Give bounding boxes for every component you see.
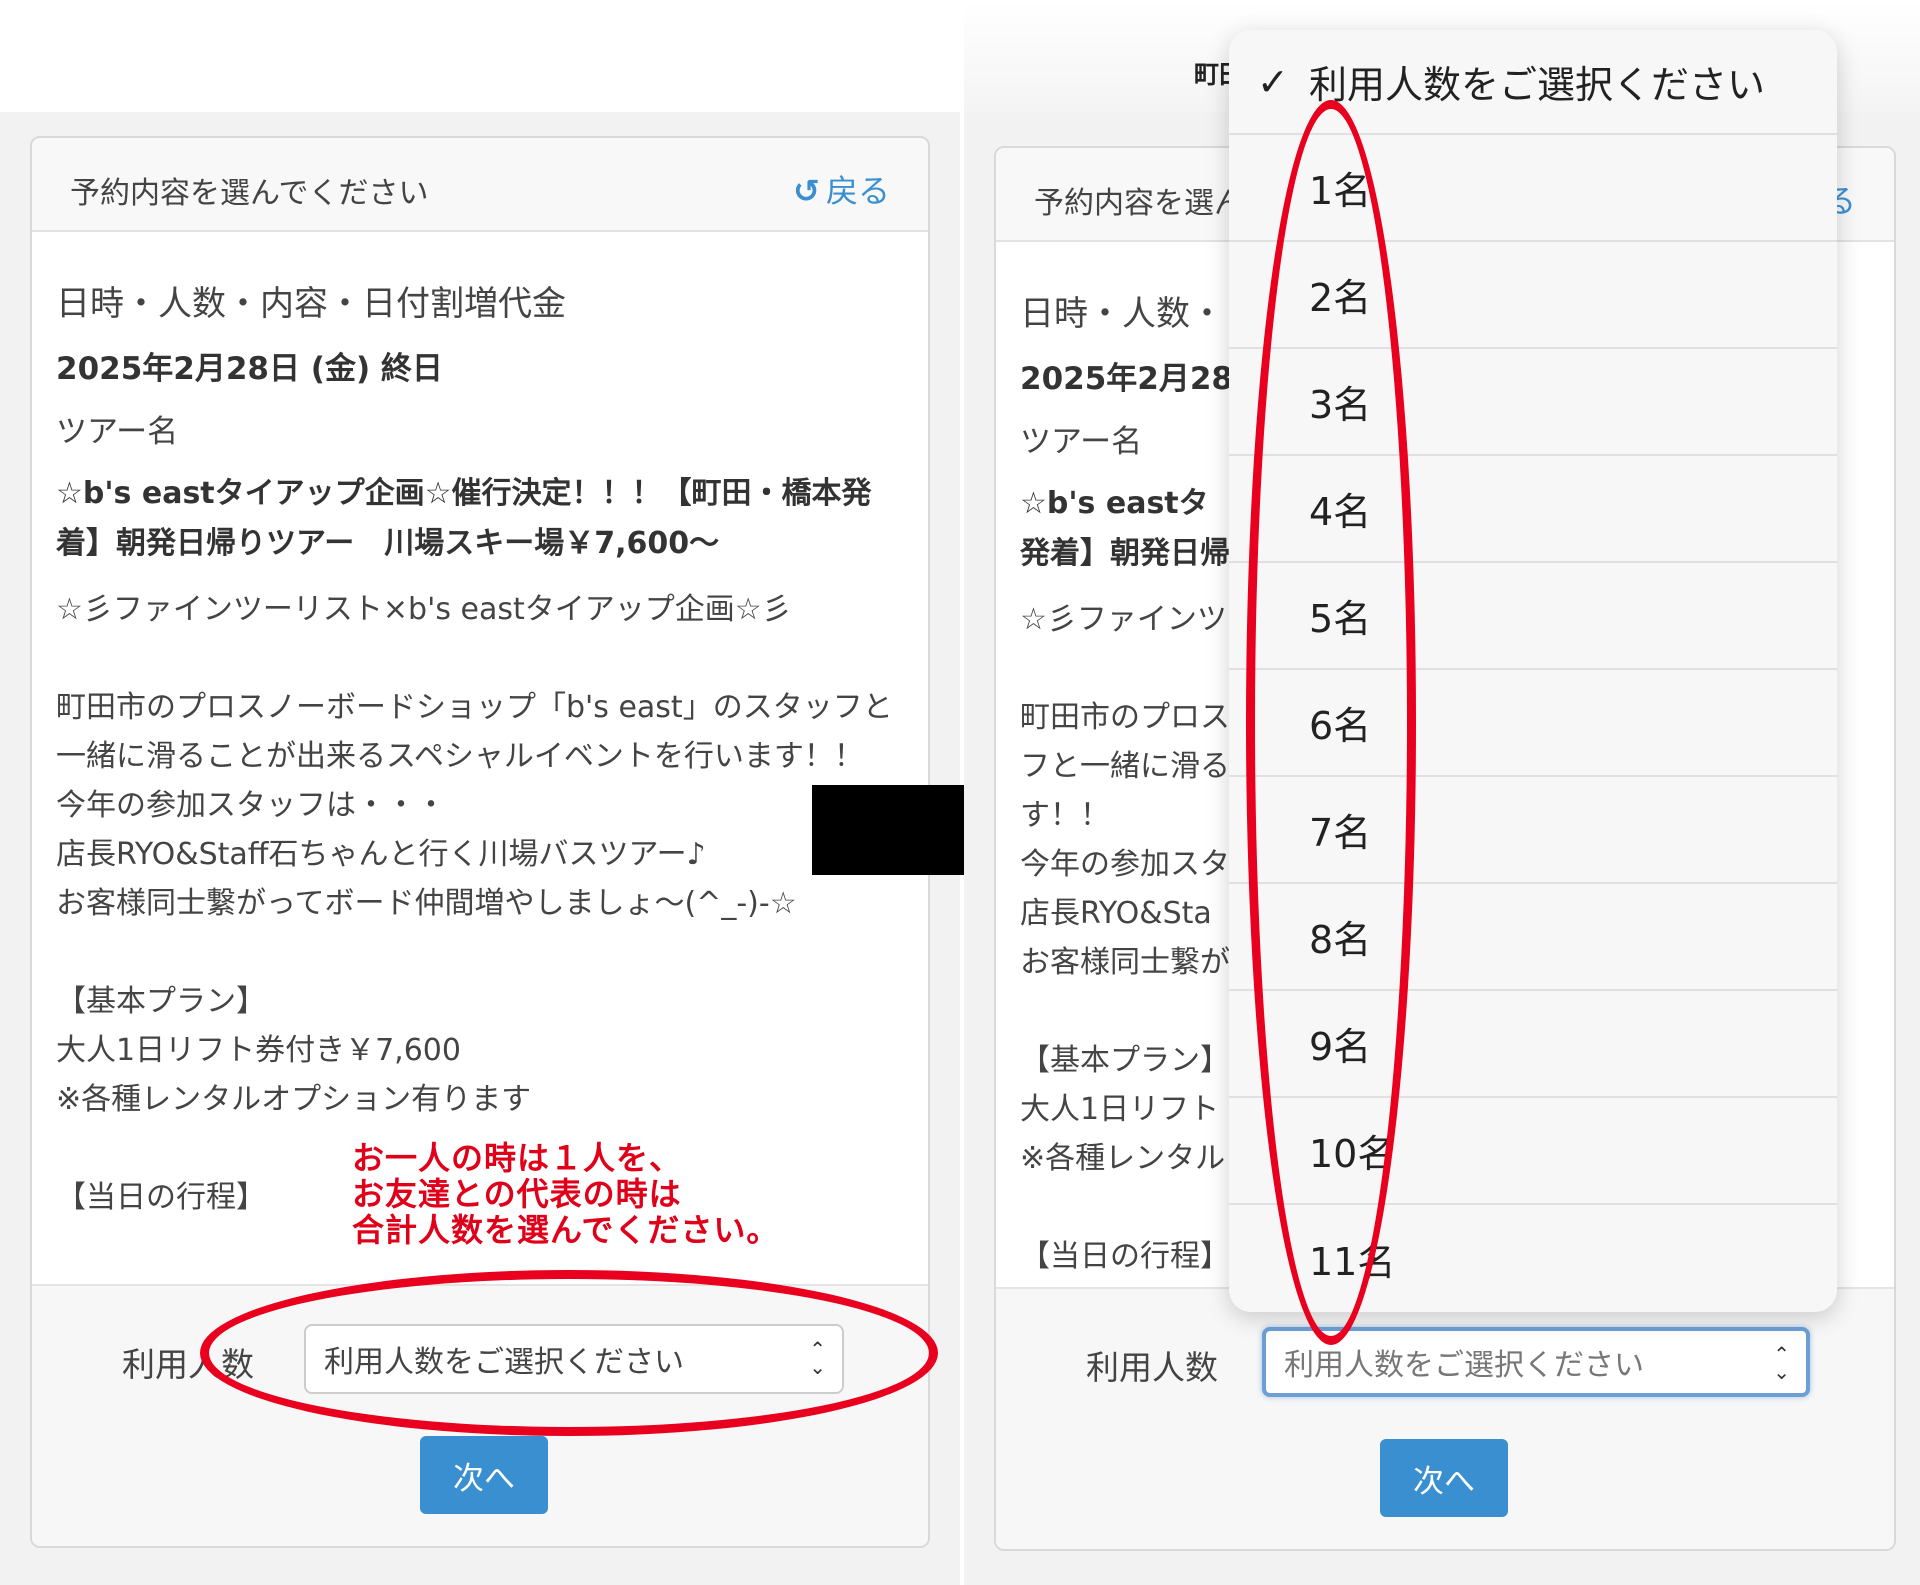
dropdown-option-9[interactable]: 9名 (1229, 991, 1837, 1098)
people-label: 利用人数 (1086, 1348, 1218, 1387)
tour-label: ツアー名 (56, 414, 179, 450)
dropdown-option-5[interactable]: 5名 (1229, 563, 1837, 670)
next-button[interactable]: 次へ (1380, 1439, 1508, 1517)
date-text: 2025年2月28日 (金) 終日 (56, 351, 443, 387)
select-arrows-icon: ⌃ ⌄ (1773, 1342, 1790, 1384)
back-label: 戻る (825, 172, 890, 210)
next-button[interactable]: 次へ (420, 1436, 548, 1514)
dropdown-option-1[interactable]: 1名 (1229, 135, 1837, 242)
people-select[interactable]: 利用人数をご選択ください ⌃ ⌄ (304, 1324, 844, 1394)
select-value: 利用人数をご選択ください (324, 1345, 684, 1380)
right-screenshot: 町田 予約内容を選ん る 日時・人数・ 2025年2月28 ツアー名 ☆b's … (964, 0, 1920, 1585)
dropdown-option-10[interactable]: 10名 (1229, 1098, 1837, 1205)
option-label: 利用人数をご選択ください (1309, 63, 1766, 107)
annotation-text: お一人の時は１人を、 お友達との代表の時は 合計人数を選んでください。 (352, 1139, 780, 1249)
dropdown-option-3[interactable]: 3名 (1229, 349, 1837, 456)
undo-icon: ↺ (793, 172, 820, 210)
card-title: 予約内容を選んでください (70, 176, 429, 211)
card-title: 予約内容を選ん (1034, 186, 1244, 221)
tour-title: ☆b's eastタイアップ企画☆催行決定！！！【町田・橋本発着】朝発日帰りツア… (56, 476, 872, 561)
card-header: 予約内容を選んでください ↺ 戻る (32, 138, 928, 232)
dropdown-option-7[interactable]: 7名 (1229, 777, 1837, 884)
people-label: 利用人数 (122, 1345, 254, 1384)
top-strip (0, 0, 960, 112)
people-select-focused[interactable]: 利用人数をご選択ください ⌃ ⌄ (1262, 1327, 1810, 1397)
dropdown-option-placeholder[interactable]: ✓ 利用人数をご選択ください (1229, 30, 1837, 135)
dropdown-option-6[interactable]: 6名 (1229, 670, 1837, 777)
details-body: 日時・人数・内容・日付割増代金 2025年2月28日 (金) 終日 ツアー名 ☆… (56, 276, 916, 1222)
section-label: 日時・人数・内容・日付割増代金 (56, 284, 566, 324)
people-dropdown: ✓ 利用人数をご選択ください 1名 2名 3名 4名 5名 6名 7名 8名 9… (1229, 30, 1837, 1312)
dropdown-option-4[interactable]: 4名 (1229, 456, 1837, 563)
checkmark-icon: ✓ (1257, 59, 1289, 104)
dropdown-option-8[interactable]: 8名 (1229, 884, 1837, 991)
select-value: 利用人数をご選択ください (1284, 1348, 1644, 1383)
tour-description: ☆彡ファインツーリスト×b's eastタイアップ企画☆彡 町田市のプロスノーボ… (56, 592, 893, 1215)
selection-footer: 利用人数 利用人数をご選択ください ⌃ ⌄ 次へ (32, 1284, 928, 1546)
dropdown-option-2[interactable]: 2名 (1229, 242, 1837, 349)
dropdown-option-11[interactable]: 11名 (1229, 1205, 1837, 1312)
select-arrows-icon: ⌃ ⌄ (809, 1337, 826, 1379)
selection-footer: 利用人数 利用人数をご選択ください ⌃ ⌄ 次へ (996, 1287, 1894, 1549)
reservation-card: 予約内容を選んでください ↺ 戻る 日時・人数・内容・日付割増代金 2025年2月… (30, 136, 930, 1548)
back-link[interactable]: ↺ 戻る (793, 166, 890, 212)
